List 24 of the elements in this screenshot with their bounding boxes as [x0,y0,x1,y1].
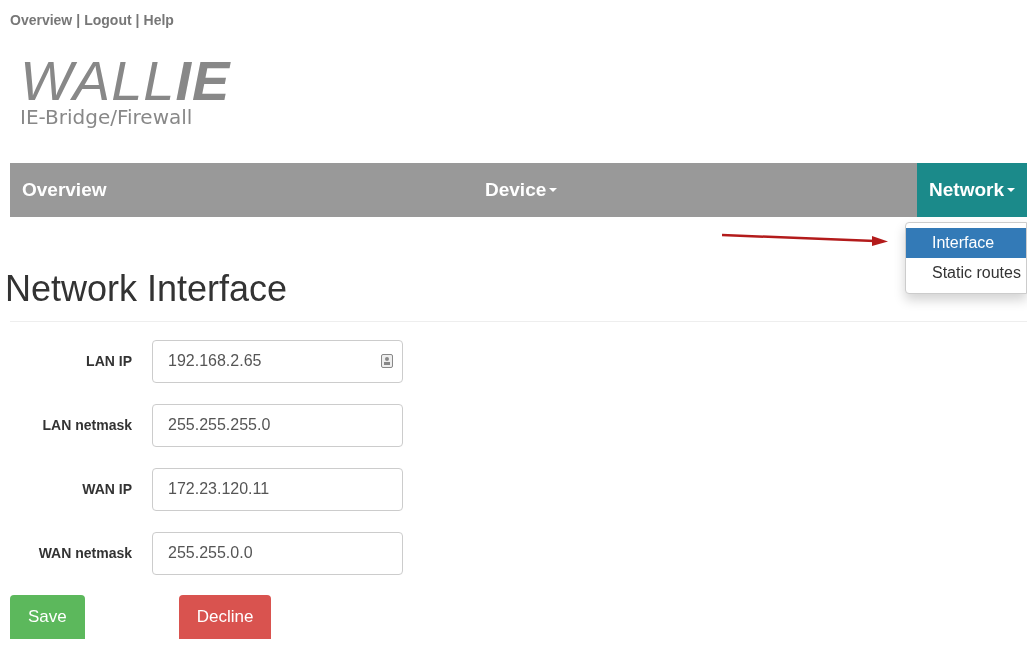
page-heading: Network Interface [5,269,288,309]
link-separator: | [135,11,140,30]
field-label: LAN netmask [41,415,133,435]
field-label: WAN IP [81,479,133,499]
field-label: LAN IP [85,351,133,371]
decline-button[interactable]: Decline [178,594,272,639]
nav-item[interactable]: Device [473,163,918,217]
top-link[interactable]: Overview [10,10,73,31]
top-link[interactable]: Logout [84,10,132,31]
logo-subtitle: IE-Bridge/Firewall [20,107,193,127]
contact-card-icon[interactable] [381,353,393,368]
top-link[interactable]: Help [143,10,174,31]
field-label: WAN netmask [37,543,133,563]
input-field[interactable]: 255.255.0.0 [152,531,403,575]
input-field[interactable]: 255.255.255.0 [152,403,403,447]
nav-item[interactable]: Overview [10,163,473,217]
menu-item[interactable]: Interface [906,228,1026,258]
logo-title: WALLIE [20,53,231,109]
input-field[interactable]: 192.168.2.65 [152,339,403,383]
save-button[interactable]: Save [10,594,85,639]
nav-item[interactable]: Network [917,163,1027,217]
input-field[interactable]: 172.23.120.11 [152,467,403,511]
menu-item[interactable]: Static routes [906,258,1026,288]
link-separator: | [76,11,81,30]
